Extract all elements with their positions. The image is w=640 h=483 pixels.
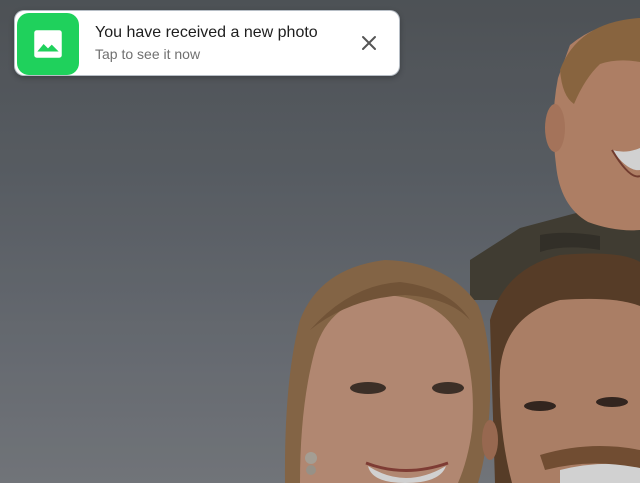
image-icon bbox=[34, 30, 62, 58]
close-button[interactable] bbox=[357, 31, 381, 55]
notification-card[interactable]: You have received a new photo Tap to see… bbox=[15, 11, 399, 75]
app-icon bbox=[17, 13, 79, 75]
notification-title: You have received a new photo bbox=[95, 24, 318, 41]
close-icon[interactable] bbox=[361, 35, 377, 51]
photo-notification[interactable]: You have received a new photo Tap to see… bbox=[14, 10, 400, 76]
screen: You have received a new photo Tap to see… bbox=[0, 0, 640, 483]
notification-subtitle: Tap to see it now bbox=[95, 46, 201, 62]
